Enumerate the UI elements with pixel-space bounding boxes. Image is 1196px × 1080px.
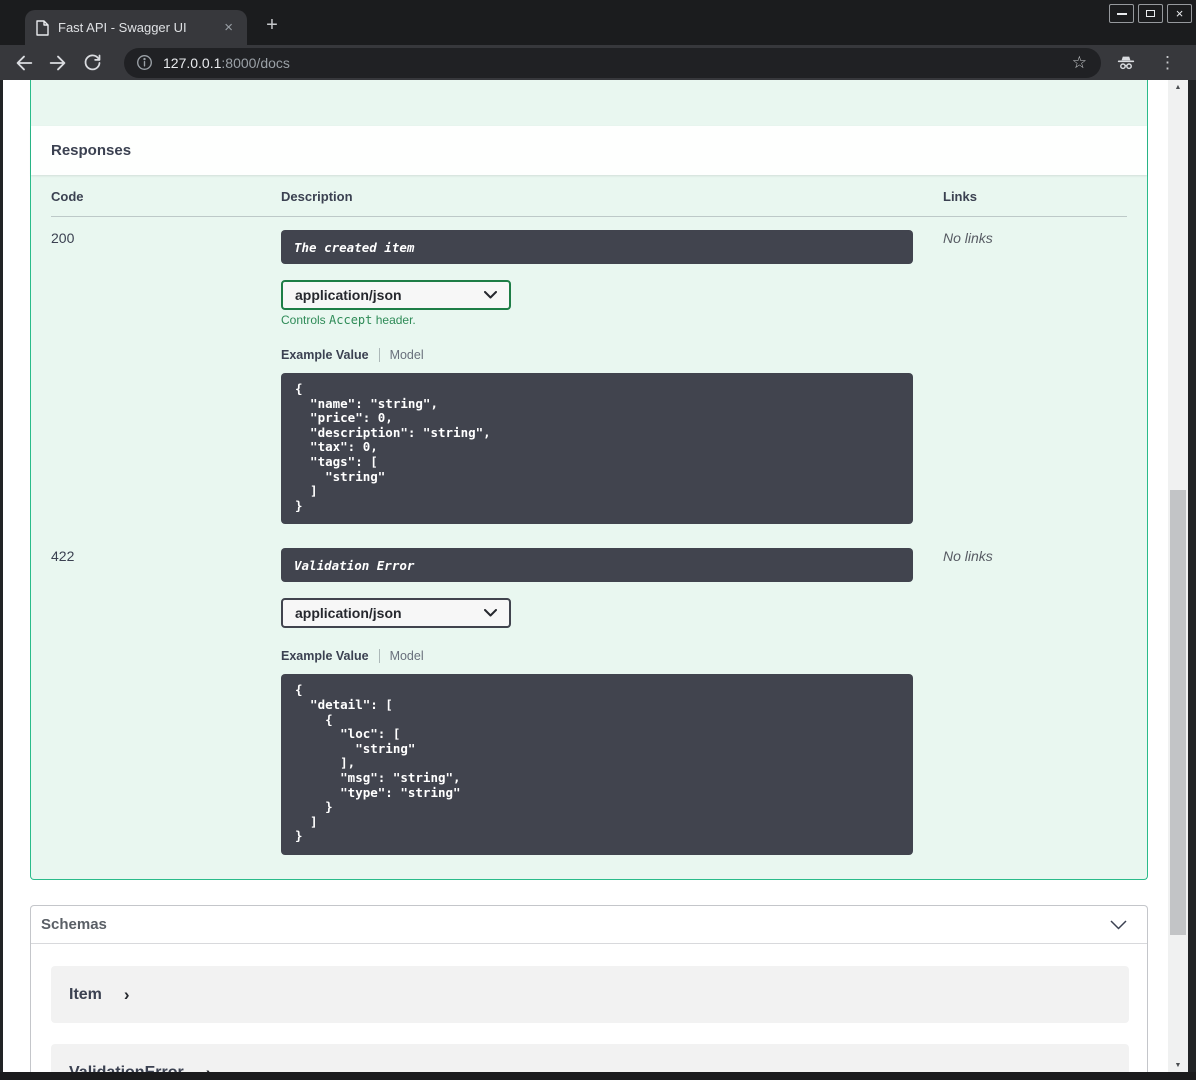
tab-example-value[interactable]: Example Value (281, 348, 369, 362)
tab-model[interactable]: Model (390, 649, 424, 663)
response-code: 422 (51, 548, 75, 565)
hint-suffix: header. (372, 313, 416, 327)
window-maximize-button[interactable] (1138, 4, 1163, 23)
chevron-right-icon[interactable]: › (206, 1064, 212, 1072)
opblock-responses-section: Responses Code Description Links 200 The… (30, 80, 1148, 880)
schemas-header[interactable]: Schemas (31, 906, 1147, 944)
browser-toolbar: 127.0.0.1:8000/docs ☆ ⋮ (0, 45, 1196, 80)
browser-titlebar: Fast API - Swagger UI × + × (0, 0, 1196, 45)
maximize-icon (1146, 10, 1155, 17)
scrollbar-up-arrow[interactable]: ▲ (1168, 80, 1188, 94)
reload-button[interactable] (80, 51, 104, 75)
media-type-select[interactable]: application/json (281, 280, 511, 310)
tab-example-value[interactable]: Example Value (281, 649, 369, 663)
scrollbar-down-arrow[interactable]: ▼ (1168, 1058, 1188, 1072)
hint-code: Accept (329, 313, 373, 327)
response-row-200: 200 The created item application/json Co… (51, 217, 1127, 525)
page-file-icon (35, 19, 49, 36)
tab-model[interactable]: Model (390, 348, 424, 362)
responses-table: Code Description Links 200 The created i… (31, 175, 1147, 879)
model-name: ValidationError (69, 1063, 184, 1073)
chevron-down-icon (484, 291, 497, 299)
tab-divider (378, 649, 380, 664)
example-model-tabs: Example Value Model (281, 649, 943, 664)
window-close-button[interactable]: × (1167, 4, 1192, 23)
incognito-icon (1115, 52, 1137, 74)
browser-tab[interactable]: Fast API - Swagger UI × (25, 10, 247, 45)
media-type-value: application/json (295, 605, 402, 622)
schema-model-item[interactable]: Item › (51, 966, 1129, 1023)
schemas-body: Item › ValidationError › (31, 944, 1147, 1072)
response-description-box: Validation Error (281, 548, 913, 583)
model-name: Item (69, 985, 102, 1003)
column-header-description: Description (281, 189, 353, 204)
responses-title: Responses (51, 142, 132, 159)
chevron-right-icon[interactable]: › (124, 986, 130, 1003)
response-description-cell: The created item application/json Contro… (281, 230, 943, 525)
tab-title: Fast API - Swagger UI (58, 20, 187, 35)
hint-prefix: Controls (281, 313, 330, 327)
forward-button[interactable] (46, 51, 70, 75)
response-description-text: Validation Error (294, 557, 415, 573)
response-links: No links (943, 230, 993, 246)
column-header-code: Code (51, 189, 84, 204)
schemas-title: Schemas (41, 916, 107, 933)
chevron-down-icon (484, 609, 497, 617)
response-description-text: The created item (294, 239, 415, 255)
response-row-422: 422 Validation Error application/json Ex… (51, 535, 1127, 855)
window-minimize-button[interactable] (1109, 4, 1134, 23)
tab-close-icon[interactable]: × (220, 18, 237, 37)
minimize-icon (1116, 12, 1127, 15)
url-path: :8000/docs (221, 54, 290, 71)
window-controls: × (1109, 4, 1192, 23)
window-bottom-edge (0, 1072, 1196, 1080)
back-button[interactable] (12, 51, 36, 75)
example-json-block: { "detail": [ { "loc": [ "string" ], "ms… (281, 674, 913, 855)
tab-divider (378, 348, 380, 362)
schema-model-validationerror[interactable]: ValidationError › (51, 1044, 1129, 1072)
browser-menu-icon[interactable]: ⋮ (1153, 54, 1182, 71)
opblock-body-spacer (31, 80, 1147, 126)
response-links: No links (943, 548, 993, 565)
site-info-icon[interactable] (136, 54, 153, 71)
new-tab-button[interactable]: + (260, 14, 284, 38)
responses-table-header: Code Description Links (51, 189, 1127, 217)
page-content: Responses Code Description Links 200 The… (3, 80, 1168, 1072)
close-icon: × (1175, 6, 1184, 21)
address-bar[interactable]: 127.0.0.1:8000/docs ☆ (124, 47, 1101, 78)
column-header-links: Links (943, 189, 977, 204)
response-code: 200 (51, 230, 75, 246)
media-type-value: application/json (295, 287, 402, 303)
example-json-block: { "name": "string", "price": 0, "descrip… (281, 373, 913, 525)
media-type-select[interactable]: application/json (281, 598, 511, 629)
url-host: 127.0.0.1 (163, 54, 222, 71)
accept-header-hint: Controls Accept header. (281, 313, 943, 327)
page-scrollbar[interactable]: ▲ ▼ (1168, 80, 1188, 1072)
bookmark-star-icon[interactable]: ☆ (1068, 54, 1091, 71)
example-model-tabs: Example Value Model (281, 348, 943, 362)
url-text: 127.0.0.1:8000/docs (163, 55, 1068, 71)
schemas-section: Schemas Item › ValidationError › (30, 905, 1148, 1072)
responses-header: Responses (31, 126, 1147, 175)
response-description-cell: Validation Error application/json Exampl… (281, 548, 943, 855)
response-description-box: The created item (281, 230, 913, 264)
chevron-down-icon[interactable] (1110, 919, 1127, 930)
scrollbar-thumb[interactable] (1170, 490, 1186, 935)
